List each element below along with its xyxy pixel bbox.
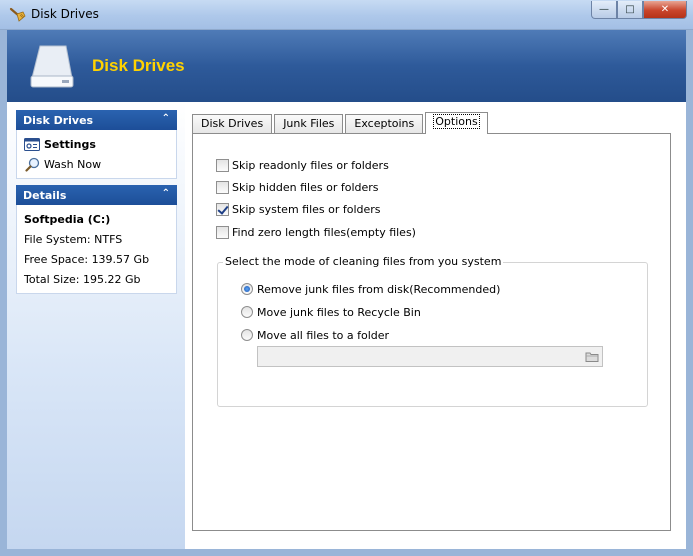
close-button[interactable]: ✕ [643, 1, 687, 19]
find-zero-length-option[interactable]: Find zero length files(empty files) [216, 224, 416, 240]
header-banner: Disk Drives [7, 30, 686, 102]
banner-title: Disk Drives [92, 56, 185, 75]
remove-junk-radio[interactable] [241, 283, 253, 295]
total-size-value: Total Size: 195.22 Gb [24, 272, 141, 286]
skip-system-checkbox[interactable] [216, 202, 229, 216]
free-space-value: Free Space: 139.57 Gb [24, 252, 150, 266]
skip-hidden-option[interactable]: Skip hidden files or folders [216, 179, 379, 195]
window-title: Disk Drives [31, 7, 99, 21]
tab-exceptions[interactable]: Exceptoins [345, 114, 424, 134]
radio-label: Remove junk files from disk(Recommended) [257, 282, 501, 296]
sidebar-item-settings[interactable]: Settings [24, 134, 176, 154]
checkbox-label: Find zero length files(empty files) [232, 225, 416, 239]
sidebar-item-label: Wash Now [44, 157, 102, 171]
sidebar: Disk Drives ⌃ Settings Wash Now Details … [7, 102, 185, 549]
tab-label: Junk Files [283, 117, 335, 130]
skip-system-option[interactable]: Skip system files or folders [216, 201, 381, 217]
move-to-folder-option[interactable]: Move all files to a folder [241, 327, 389, 343]
file-system-value: File System: NTFS [24, 232, 123, 246]
drive-name: Softpedia (C:) [24, 212, 111, 226]
details-panel: Details ⌃ Softpedia (C:) File System: NT… [16, 185, 177, 294]
skip-readonly-checkbox[interactable] [216, 158, 229, 172]
folder-browse-icon[interactable] [585, 350, 599, 363]
group-legend: Select the mode of cleaning files from y… [223, 255, 504, 268]
details-panel-body: Softpedia (C:) File System: NTFS Free Sp… [16, 205, 177, 294]
details-panel-header[interactable]: Details ⌃ [16, 185, 177, 205]
window-controls: — □ ✕ [591, 1, 687, 19]
tab-options[interactable]: Options [425, 112, 488, 134]
maximize-button[interactable]: □ [617, 1, 643, 19]
settings-icon [24, 137, 40, 151]
tab-label: Disk Drives [201, 117, 264, 130]
collapse-chevron-icon[interactable]: ⌃ [162, 113, 170, 124]
client-area: Disk Drives ⌃ Settings Wash Now Details … [7, 102, 686, 549]
drive-icon [30, 45, 74, 88]
folder-path-input[interactable] [257, 346, 603, 367]
tab-junk-files[interactable]: Junk Files [274, 114, 344, 134]
sidebar-item-label: Settings [44, 137, 96, 151]
window-titlebar: Disk Drives — □ ✕ [0, 0, 693, 30]
cleaning-mode-group: Select the mode of cleaning files from y… [217, 255, 648, 407]
minimize-button[interactable]: — [591, 1, 617, 19]
options-pane: Skip readonly files or folders Skip hidd… [192, 133, 671, 531]
sidebar-item-wash-now[interactable]: Wash Now [24, 154, 176, 174]
disk-drives-panel-body: Settings Wash Now [16, 130, 177, 179]
checkbox-label: Skip system files or folders [232, 202, 381, 216]
find-zero-length-checkbox[interactable] [216, 225, 229, 239]
skip-hidden-checkbox[interactable] [216, 180, 229, 194]
tab-strip: Disk Drives Junk Files Exceptoins Option… [192, 112, 490, 134]
skip-readonly-option[interactable]: Skip readonly files or folders [216, 157, 389, 173]
checkbox-label: Skip hidden files or folders [232, 180, 379, 194]
disk-drives-panel: Disk Drives ⌃ Settings Wash Now [16, 110, 177, 179]
radio-label: Move all files to a folder [257, 328, 390, 342]
recycle-bin-radio[interactable] [241, 306, 253, 318]
tab-label: Exceptoins [354, 117, 415, 130]
move-to-folder-radio[interactable] [241, 329, 253, 341]
tab-disk-drives[interactable]: Disk Drives [192, 114, 273, 134]
tab-label: Options [433, 114, 480, 129]
magnifier-icon [24, 157, 40, 172]
disk-drives-panel-header[interactable]: Disk Drives ⌃ [16, 110, 177, 130]
remove-junk-option[interactable]: Remove junk files from disk(Recommended) [241, 281, 500, 297]
collapse-chevron-icon[interactable]: ⌃ [162, 188, 170, 199]
panel-title: Details [23, 189, 67, 202]
checkbox-label: Skip readonly files or folders [232, 158, 389, 172]
panel-title: Disk Drives [23, 114, 94, 127]
broom-icon [9, 7, 26, 22]
radio-label: Move junk files to Recycle Bin [257, 305, 421, 319]
recycle-bin-option[interactable]: Move junk files to Recycle Bin [241, 304, 421, 320]
